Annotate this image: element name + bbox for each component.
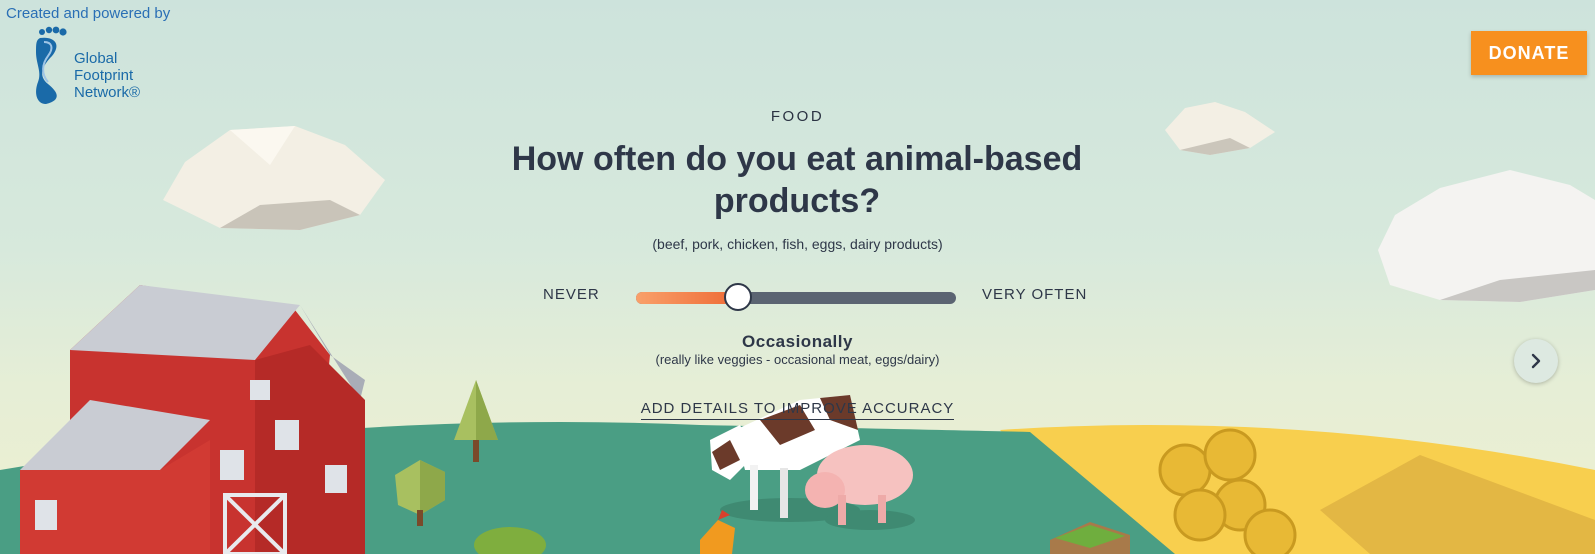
add-details-link[interactable]: ADD DETAILS TO IMPROVE ACCURACY [640,400,955,420]
question-category: FOOD [770,108,825,125]
donate-button[interactable]: DONATE [1471,31,1587,75]
slider-thumb[interactable] [724,283,752,311]
footprint-logo-icon [36,26,67,104]
selected-answer-label: Occasionally [742,332,853,351]
slider-min-label: NEVER [543,286,600,303]
cloud-left [163,126,385,230]
logo-line-2: Footprint [74,67,134,84]
barn [20,285,365,554]
logo-line-1: Global [74,50,118,67]
powered-by-text: Created and powered by [6,5,171,22]
farm-scene-illustration [0,102,1595,554]
slider-max-label: VERY OFTEN [982,286,1088,303]
global-footprint-network-logo[interactable]: Global Footprint Network® [32,26,140,106]
selected-answer-description: (really like veggies - occasional meat, … [655,352,940,367]
chevron-right-icon [1531,353,1541,369]
frequency-slider[interactable] [636,283,956,311]
question-title: How often do you eat animal-based produc… [511,140,1083,220]
slider-fill [636,292,738,304]
next-button[interactable] [1514,339,1558,383]
logo-line-3: Network® [74,84,141,101]
question-subtitle: (beef, pork, chicken, fish, eggs, dairy … [652,236,943,252]
